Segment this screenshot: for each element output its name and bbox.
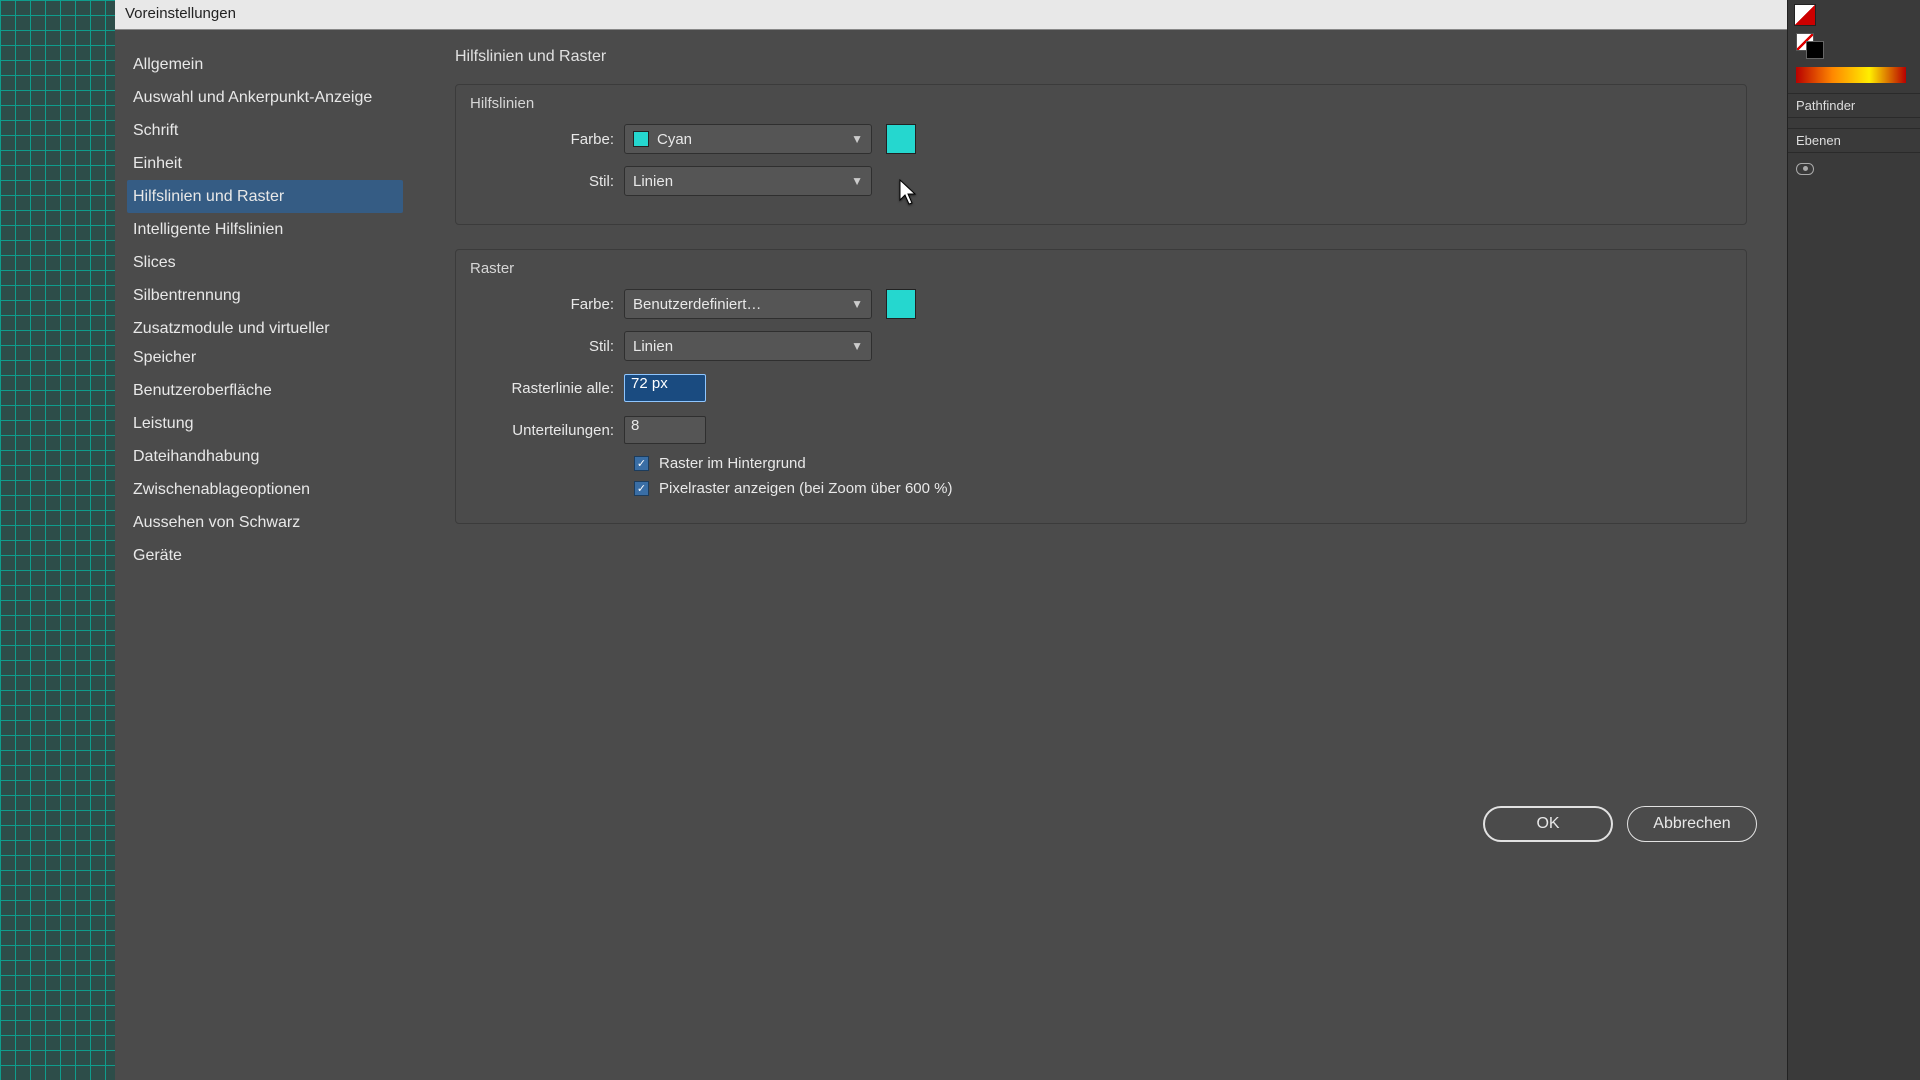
guides-color-swatch-button[interactable]	[886, 124, 916, 154]
dialog-footer: OK Abbrechen	[1483, 806, 1757, 842]
subdivisions-input[interactable]: 8	[624, 416, 706, 444]
stroke-swatch[interactable]	[1806, 41, 1824, 59]
grid-color-row: Farbe: Benutzerdefiniert… ▼	[474, 287, 1728, 321]
ok-button[interactable]: OK	[1483, 806, 1613, 842]
guides-style-label: Stil:	[474, 173, 624, 190]
grid-in-back-label: Raster im Hintergrund	[659, 455, 806, 472]
sidebar-item-type[interactable]: Schrift	[127, 114, 403, 147]
chevron-down-icon: ▼	[851, 297, 863, 311]
chevron-down-icon: ▼	[851, 174, 863, 188]
sidebar-item-file-handling[interactable]: Dateihandhabung	[127, 440, 403, 473]
grid-style-dropdown[interactable]: Linien ▼	[624, 331, 872, 361]
guides-color-value: Cyan	[657, 131, 692, 148]
sidebar-item-selection-anchor[interactable]: Auswahl und Ankerpunkt-Anzeige	[127, 81, 403, 114]
gridline-every-label: Rasterlinie alle:	[474, 380, 624, 397]
grid-group: Raster Farbe: Benutzerdefiniert… ▼ Stil:…	[455, 249, 1747, 524]
guides-style-dropdown[interactable]: Linien ▼	[624, 166, 872, 196]
grid-color-value: Benutzerdefiniert…	[633, 296, 761, 313]
preferences-content: Hilfslinien und Raster Hilfslinien Farbe…	[415, 30, 1787, 1080]
sidebar-item-general[interactable]: Allgemein	[127, 48, 403, 81]
guides-color-dropdown[interactable]: Cyan ▼	[624, 124, 872, 154]
sidebar-item-slices[interactable]: Slices	[127, 246, 403, 279]
gradient-preview[interactable]	[1796, 67, 1906, 83]
gridline-every-row: Rasterlinie alle: 72 px	[474, 371, 1728, 405]
sidebar-item-clipboard[interactable]: Zwischenablageoptionen	[127, 473, 403, 506]
grid-style-row: Stil: Linien ▼	[474, 329, 1728, 363]
dialog-body: Allgemein Auswahl und Ankerpunkt-Anzeige…	[115, 30, 1787, 1080]
layer-visibility-icon[interactable]	[1796, 163, 1814, 175]
preferences-dialog: Voreinstellungen Allgemein Auswahl und A…	[115, 0, 1787, 1080]
grid-color-label: Farbe:	[474, 296, 624, 313]
sidebar-item-hyphenation[interactable]: Silbentrennung	[127, 279, 403, 312]
sidebar-item-guides-grid[interactable]: Hilfslinien und Raster	[127, 180, 403, 213]
sidebar-item-black-appearance[interactable]: Aussehen von Schwarz	[127, 506, 403, 539]
sidebar-item-plugins[interactable]: Zusatzmodule und virtueller Speicher	[127, 312, 403, 374]
sidebar-item-smart-guides[interactable]: Intelligente Hilfslinien	[127, 213, 403, 246]
sidebar-item-units[interactable]: Einheit	[127, 147, 403, 180]
subdivisions-label: Unterteilungen:	[474, 422, 624, 439]
subdivisions-row: Unterteilungen: 8	[474, 413, 1728, 447]
preferences-sidebar: Allgemein Auswahl und Ankerpunkt-Anzeige…	[115, 30, 415, 1080]
grid-style-value: Linien	[633, 338, 673, 355]
sidebar-item-performance[interactable]: Leistung	[127, 407, 403, 440]
pixel-grid-row: ✓ Pixelraster anzeigen (bei Zoom über 60…	[634, 480, 1728, 497]
guides-group: Hilfslinien Farbe: Cyan ▼ Stil:	[455, 84, 1747, 225]
guides-color-inline-swatch	[633, 131, 649, 147]
chevron-down-icon: ▼	[851, 339, 863, 353]
grid-group-title: Raster	[470, 260, 1728, 277]
page-title: Hilfslinien und Raster	[455, 48, 1747, 66]
grid-in-back-checkbox[interactable]: ✓	[634, 456, 649, 471]
pathfinder-panel-tab[interactable]: Pathfinder	[1788, 93, 1920, 118]
right-dock: Pathfinder Ebenen	[1787, 0, 1920, 1080]
pixel-grid-checkbox[interactable]: ✓	[634, 481, 649, 496]
dock-top-icons	[1794, 4, 1914, 29]
sidebar-item-devices[interactable]: Geräte	[127, 539, 403, 572]
swatches-panel-icon[interactable]	[1794, 4, 1816, 26]
pixel-grid-label: Pixelraster anzeigen (bei Zoom über 600 …	[659, 480, 952, 497]
fill-stroke-indicator[interactable]	[1796, 33, 1826, 61]
guides-color-row: Farbe: Cyan ▼	[474, 122, 1728, 156]
guides-color-label: Farbe:	[474, 131, 624, 148]
dialog-title: Voreinstellungen	[115, 0, 1787, 30]
sidebar-item-user-interface[interactable]: Benutzeroberfläche	[127, 374, 403, 407]
grid-in-back-row: ✓ Raster im Hintergrund	[634, 455, 1728, 472]
cancel-button[interactable]: Abbrechen	[1627, 806, 1757, 842]
document-grid-background	[0, 0, 115, 1080]
layers-panel-tab[interactable]: Ebenen	[1788, 128, 1920, 153]
grid-color-dropdown[interactable]: Benutzerdefiniert… ▼	[624, 289, 872, 319]
guides-group-title: Hilfslinien	[470, 95, 1728, 112]
guides-style-row: Stil: Linien ▼	[474, 164, 1728, 198]
gridline-every-input[interactable]: 72 px	[624, 374, 706, 402]
guides-style-value: Linien	[633, 173, 673, 190]
chevron-down-icon: ▼	[851, 132, 863, 146]
grid-color-swatch-button[interactable]	[886, 289, 916, 319]
grid-style-label: Stil:	[474, 338, 624, 355]
